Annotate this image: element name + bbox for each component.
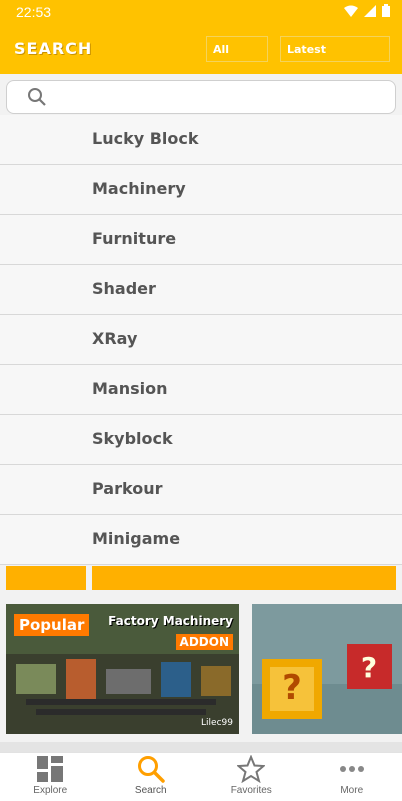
nav-label: Explore bbox=[0, 785, 101, 796]
section-bar-right bbox=[92, 566, 396, 590]
search-icon bbox=[27, 87, 47, 107]
category-label: Minigame bbox=[92, 529, 180, 548]
category-item[interactable]: Minigame bbox=[0, 515, 402, 565]
lucky-block-thumbnail: ? ? bbox=[252, 604, 402, 734]
svg-text:?: ? bbox=[282, 668, 302, 708]
nav-explore[interactable]: Explore bbox=[0, 753, 101, 801]
category-label: XRay bbox=[92, 329, 137, 348]
search-icon bbox=[137, 755, 165, 783]
popular-badge: Popular bbox=[14, 614, 89, 636]
category-label: Parkour bbox=[92, 479, 162, 498]
status-icons bbox=[344, 4, 390, 17]
star-icon bbox=[237, 755, 265, 783]
card-author: Lilec99 bbox=[201, 718, 233, 728]
section-bars bbox=[0, 566, 402, 590]
featured-cards: Popular Factory Machinery ADDON Lilec99 … bbox=[6, 604, 402, 734]
category-list: Lucky Block Machinery Furniture Shader X… bbox=[0, 115, 402, 565]
more-icon bbox=[338, 755, 366, 783]
bottom-nav: Explore Search Favorites More bbox=[0, 752, 402, 801]
featured-card[interactable]: ? ? bbox=[252, 604, 402, 734]
nav-more[interactable]: More bbox=[302, 753, 402, 801]
category-label: Furniture bbox=[92, 229, 176, 248]
battery-icon bbox=[382, 4, 390, 17]
category-item[interactable]: Parkour bbox=[0, 465, 402, 515]
nav-label: Search bbox=[101, 785, 202, 796]
featured-card[interactable]: Popular Factory Machinery ADDON Lilec99 bbox=[6, 604, 239, 734]
addon-badge: ADDON bbox=[176, 634, 233, 650]
app-header: SEARCH All Latest bbox=[0, 24, 402, 74]
wifi-icon bbox=[344, 5, 358, 17]
nav-favorites[interactable]: Favorites bbox=[201, 753, 302, 801]
category-item[interactable]: Furniture bbox=[0, 215, 402, 265]
nav-search[interactable]: Search bbox=[101, 753, 202, 801]
signal-icon bbox=[364, 5, 376, 17]
explore-icon bbox=[36, 755, 64, 783]
svg-text:?: ? bbox=[361, 651, 377, 684]
category-label: Machinery bbox=[92, 179, 186, 198]
category-item[interactable]: Machinery bbox=[0, 165, 402, 215]
nav-label: More bbox=[302, 785, 402, 796]
category-label: Mansion bbox=[92, 379, 168, 398]
page-title: SEARCH bbox=[14, 39, 92, 58]
status-bar: 22:53 bbox=[0, 0, 402, 24]
category-label: Skyblock bbox=[92, 429, 173, 448]
section-bar-left bbox=[6, 566, 86, 590]
category-item[interactable]: Skyblock bbox=[0, 415, 402, 465]
card-title: Factory Machinery bbox=[108, 614, 233, 628]
category-label: Lucky Block bbox=[92, 129, 199, 148]
category-item[interactable]: Mansion bbox=[0, 365, 402, 415]
search-input[interactable] bbox=[55, 87, 389, 109]
search-bar[interactable] bbox=[6, 80, 396, 114]
category-item[interactable]: XRay bbox=[0, 315, 402, 365]
divider bbox=[0, 742, 402, 752]
nav-label: Favorites bbox=[201, 785, 302, 796]
category-item[interactable]: Lucky Block bbox=[0, 115, 402, 165]
status-time: 22:53 bbox=[16, 4, 51, 20]
sort-latest-button[interactable]: Latest bbox=[280, 36, 390, 62]
category-item[interactable]: Shader bbox=[0, 265, 402, 315]
category-label: Shader bbox=[92, 279, 156, 298]
filter-all-button[interactable]: All bbox=[206, 36, 268, 62]
